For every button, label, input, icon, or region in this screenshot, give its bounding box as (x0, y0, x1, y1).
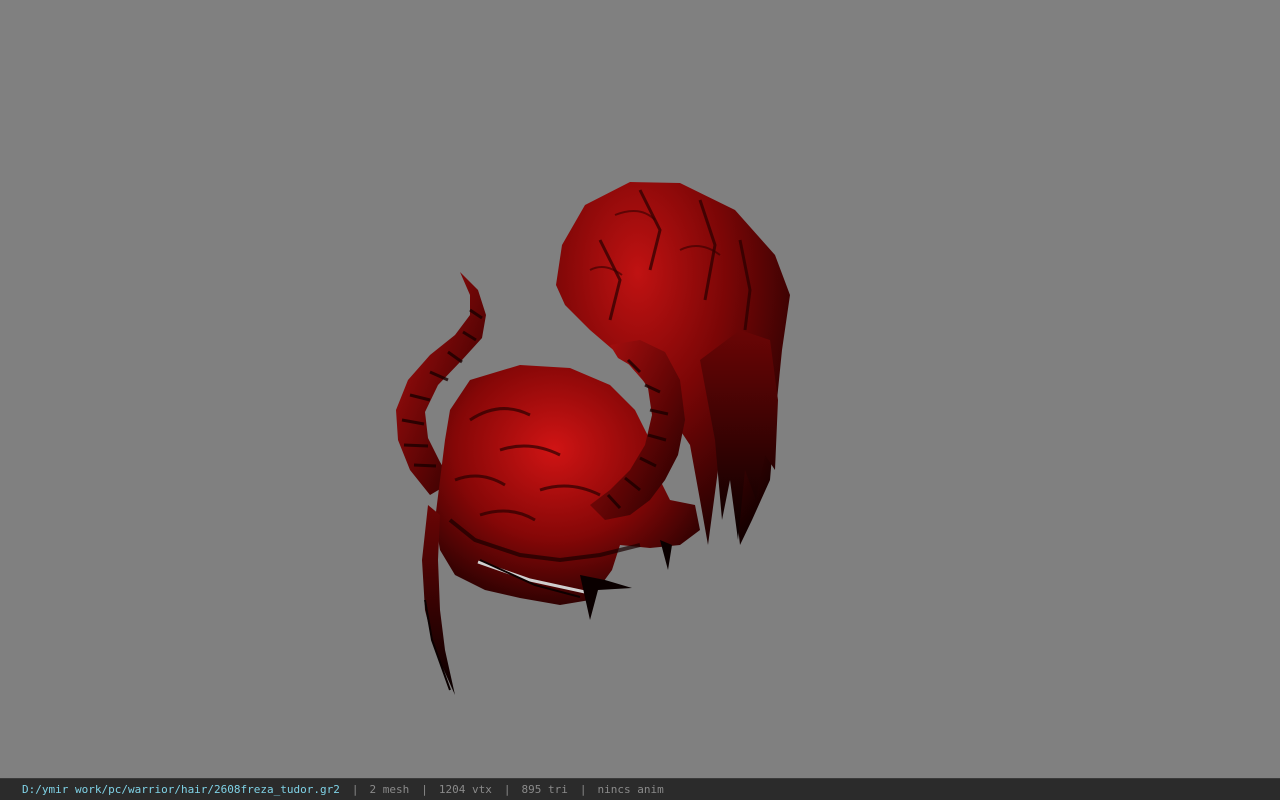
status-separator: | (421, 783, 428, 796)
mesh-count-label: 2 mesh (369, 783, 410, 796)
file-path-label: D:/ymir work/pc/warrior/hair/2608freza_t… (22, 783, 340, 796)
status-bar: D:/ymir work/pc/warrior/hair/2608freza_t… (0, 778, 1280, 800)
triangle-count-label: 895 tri (521, 783, 568, 796)
status-separator: | (503, 783, 511, 796)
3d-viewport[interactable] (0, 0, 1280, 778)
status-separator: | (351, 783, 359, 796)
animation-status-label: nincs anim (597, 783, 664, 796)
status-separator: | (579, 783, 587, 796)
hair-model-render[interactable] (0, 0, 1280, 778)
vertex-count-label: 1204 vtx (438, 783, 492, 796)
